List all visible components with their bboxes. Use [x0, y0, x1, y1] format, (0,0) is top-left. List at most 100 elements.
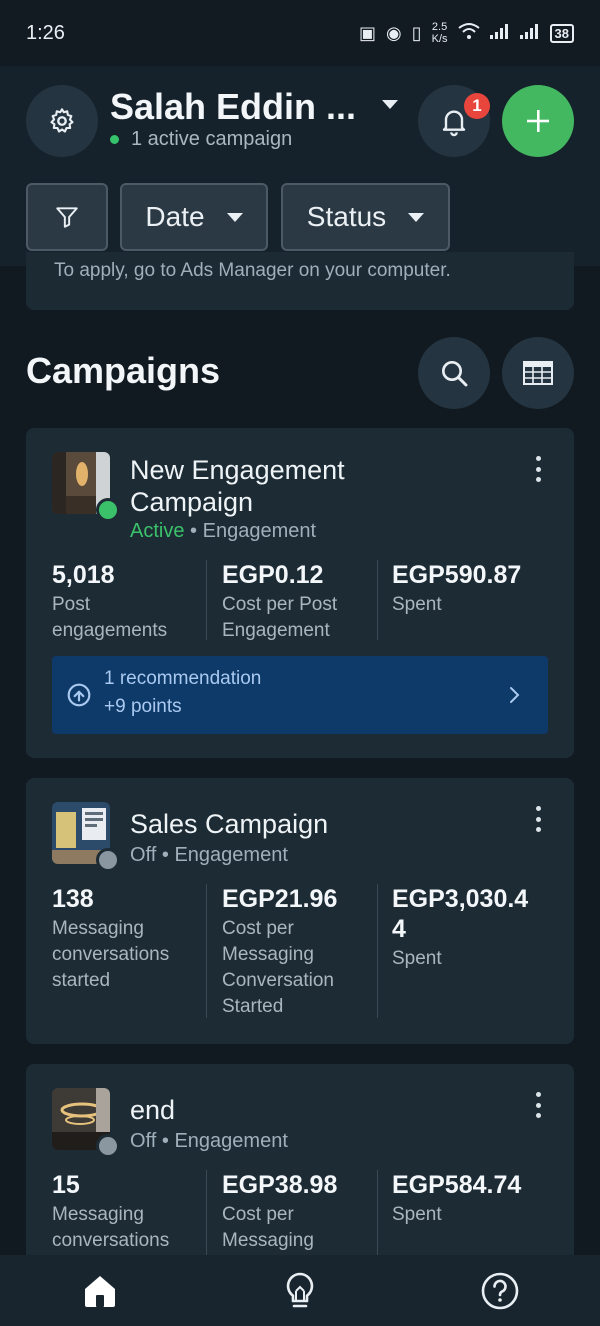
more-options-icon[interactable] — [536, 806, 542, 832]
campaign-name[interactable]: New Engagement Campaign — [130, 454, 430, 518]
signal-icon — [489, 23, 510, 44]
separator: • — [161, 844, 169, 866]
plus-icon — [527, 110, 549, 132]
wifi-icon — [457, 22, 480, 45]
campaigns-title: Campaigns — [26, 350, 221, 391]
metric-value: 15 — [52, 1171, 80, 1199]
campaign-objective: Engagement — [174, 1130, 288, 1152]
campaign-name[interactable]: Sales Campaign — [130, 808, 430, 840]
metric-value: EGP590.87 — [392, 561, 522, 589]
bottom-navigation — [0, 1255, 600, 1326]
account-name[interactable]: Salah Eddin ... — [110, 86, 356, 128]
recommendation-points: +9 points — [104, 696, 182, 717]
metric-value: EGP38.98 — [222, 1171, 338, 1199]
info-banner-text: To apply, go to Ads Manager on your comp… — [54, 260, 451, 281]
campaign-status-line: Active • Engagement — [130, 520, 316, 543]
table-view-button[interactable] — [502, 337, 574, 409]
network-speed-unit: K/s — [431, 33, 448, 45]
campaign-status-line: Off • Engagement — [130, 1130, 288, 1153]
metric-value: 138 — [52, 885, 94, 913]
metric-value: EGP3,030.44 — [392, 885, 529, 943]
nav-ideas[interactable] — [278, 1269, 322, 1313]
divider — [206, 560, 207, 640]
campaign-status-dot — [96, 848, 120, 872]
metric-value: EGP0.12 — [222, 561, 324, 589]
active-campaign-text: 1 active campaign — [131, 128, 293, 150]
nav-home[interactable] — [78, 1269, 122, 1313]
status-time: 1:26 — [26, 21, 65, 44]
metric-label: Cost per Messaging Conversation Started — [222, 918, 334, 1017]
caret-down-icon[interactable] — [382, 100, 398, 109]
campaign-status: Active — [130, 520, 185, 542]
metric: 138 Messaging conversations started — [52, 884, 202, 994]
chevron-down-icon — [226, 212, 243, 222]
gear-icon — [50, 108, 74, 133]
status-filter-dropdown[interactable]: Status — [281, 183, 450, 251]
active-campaign-status: 1 active campaign — [110, 128, 292, 151]
metric-label: Messaging conversations — [52, 1204, 170, 1251]
date-filter-label: Date — [145, 201, 205, 232]
campaign-status: Off — [130, 1130, 157, 1152]
metric: 15 Messaging conversations — [52, 1170, 202, 1254]
alarm-icon: ◉ — [386, 22, 402, 43]
chevron-right-icon — [510, 687, 520, 703]
metric-value: 5,018 — [52, 561, 115, 589]
status-bar: 1:26 ▣ ◉ ▯ 2.5 K/s 38 — [0, 0, 600, 66]
notification-badge: 1 — [464, 93, 490, 119]
vibrate-icon: ▯ — [411, 22, 422, 43]
campaign-name[interactable]: end — [130, 1094, 430, 1126]
metric: EGP38.98 Cost per Messaging — [222, 1170, 372, 1254]
campaign-card[interactable]: end Off • Engagement 15 Messaging conver… — [26, 1064, 574, 1264]
metric-label: Spent — [392, 948, 442, 969]
campaign-status-line: Off • Engagement — [130, 844, 288, 867]
status-filter-label: Status — [306, 201, 387, 232]
network-speed: 2.5 K/s — [432, 21, 448, 45]
recommendation-banner[interactable]: 1 recommendation +9 points — [52, 656, 548, 734]
metric: EGP0.12 Cost per Post Engagement — [222, 560, 372, 644]
status-icons: ▣ ◉ ▯ 2.5 K/s 38 — [359, 21, 574, 45]
metric: EGP3,030.44 Spent — [392, 884, 542, 972]
search-button[interactable] — [418, 337, 490, 409]
settings-button[interactable] — [26, 85, 98, 157]
help-icon — [481, 1272, 519, 1310]
metric-label: Cost per Messaging — [222, 1204, 314, 1251]
home-icon — [85, 1276, 115, 1307]
divider — [206, 1170, 207, 1264]
create-button[interactable] — [502, 85, 574, 157]
info-banner: To apply, go to Ads Manager on your comp… — [26, 252, 574, 310]
more-options-icon[interactable] — [536, 1092, 542, 1118]
chevron-down-icon — [408, 212, 425, 222]
signal-icon-2 — [519, 23, 540, 44]
filter-button[interactable] — [26, 183, 108, 251]
metric: EGP21.96 Cost per Messaging Conversation… — [222, 884, 372, 1020]
campaign-card[interactable]: Sales Campaign Off • Engagement 138 Mess… — [26, 778, 574, 1044]
metric-label: Post engagements — [52, 594, 168, 641]
campaign-status-dot — [96, 498, 120, 522]
more-options-icon[interactable] — [536, 456, 542, 482]
nav-help[interactable] — [478, 1269, 522, 1313]
campaign-card[interactable]: New Engagement Campaign Active • Engagem… — [26, 428, 574, 758]
metric: EGP590.87 Spent — [392, 560, 542, 618]
metric-label: Messaging conversations started — [52, 918, 170, 991]
filter-icon — [56, 207, 78, 228]
active-dot-icon — [110, 135, 119, 144]
table-icon — [523, 361, 553, 385]
lightbulb-icon — [286, 1272, 314, 1308]
network-speed-value: 2.5 — [431, 21, 448, 33]
metric: EGP584.74 Spent — [392, 1170, 542, 1228]
metric-label: Spent — [392, 594, 442, 615]
date-filter-dropdown[interactable]: Date — [120, 183, 268, 251]
recommendation-title: 1 recommendation — [104, 668, 262, 689]
divider — [206, 884, 207, 1018]
separator: • — [161, 1130, 169, 1152]
divider — [377, 884, 378, 1018]
nfc-icon: ▣ — [358, 22, 376, 43]
search-icon — [442, 361, 468, 387]
metric-label: Spent — [392, 1204, 442, 1225]
metric-label: Cost per Post Engagement — [222, 594, 338, 641]
campaign-objective: Engagement — [174, 844, 288, 866]
arrow-up-circle-icon — [67, 683, 91, 707]
battery-icon: 38 — [549, 23, 574, 43]
campaign-status-dot — [96, 1134, 120, 1158]
campaign-status: Off — [130, 844, 157, 866]
